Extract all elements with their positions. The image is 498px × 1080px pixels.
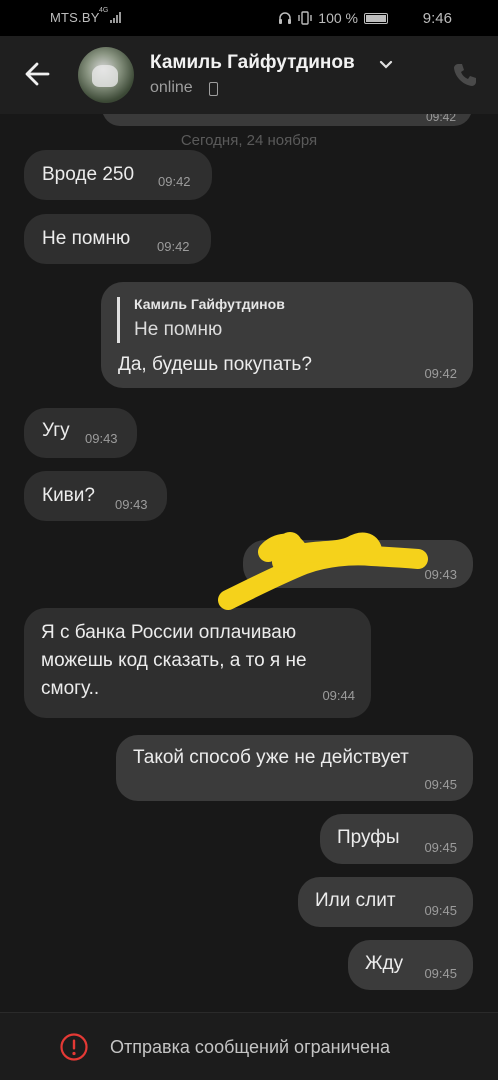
message-list[interactable]: 09:42 Сегодня, 24 ноября Вроде 250 09:42… (0, 114, 498, 1012)
clock: 9:46 (422, 10, 452, 27)
back-arrow-icon[interactable] (18, 54, 58, 94)
message-text: Или слит (315, 890, 396, 911)
message-bubble-out[interactable]: Пруфы 09:45 (320, 814, 473, 864)
message-bubble-out[interactable]: Или слит 09:45 (298, 877, 473, 927)
message-time: 09:45 (424, 840, 457, 855)
message-bubble-out[interactable]: Жду 09:45 (348, 940, 473, 990)
contact-name[interactable]: Камиль Гайфутдинов (150, 52, 355, 74)
phone-call-icon[interactable] (450, 60, 480, 90)
chevron-down-icon[interactable] (379, 58, 393, 72)
message-text: Такой способ уже не действует (133, 747, 409, 768)
input-restricted-bar: Отправка сообщений ограничена (0, 1012, 498, 1080)
warning-icon (60, 1033, 88, 1061)
carrier-label: MTS.BY (50, 10, 100, 25)
battery-icon (364, 12, 388, 24)
message-bubble-out[interactable]: Такой способ уже не действует 09:45 (116, 735, 473, 801)
message-text: Пруфы (337, 827, 400, 848)
contact-status: online (150, 79, 193, 96)
status-bar: MTS.BY 4G 100 % 9:46 (0, 0, 498, 36)
restriction-message: Отправка сообщений ограничена (110, 1037, 390, 1057)
signal-icon (110, 12, 122, 23)
mobile-device-icon (209, 82, 218, 96)
avatar[interactable] (78, 47, 134, 103)
network-type: 4G (99, 7, 109, 14)
headphones-icon (279, 12, 292, 24)
message-time: 09:45 (424, 903, 457, 918)
vibrate-icon (298, 11, 312, 25)
message-text: Жду (365, 953, 404, 974)
message-time: 09:45 (424, 966, 457, 981)
chat-header: Камиль Гайфутдинов online (0, 36, 498, 114)
battery-percent: 100 % (318, 10, 358, 26)
message-time: 09:45 (424, 777, 457, 792)
